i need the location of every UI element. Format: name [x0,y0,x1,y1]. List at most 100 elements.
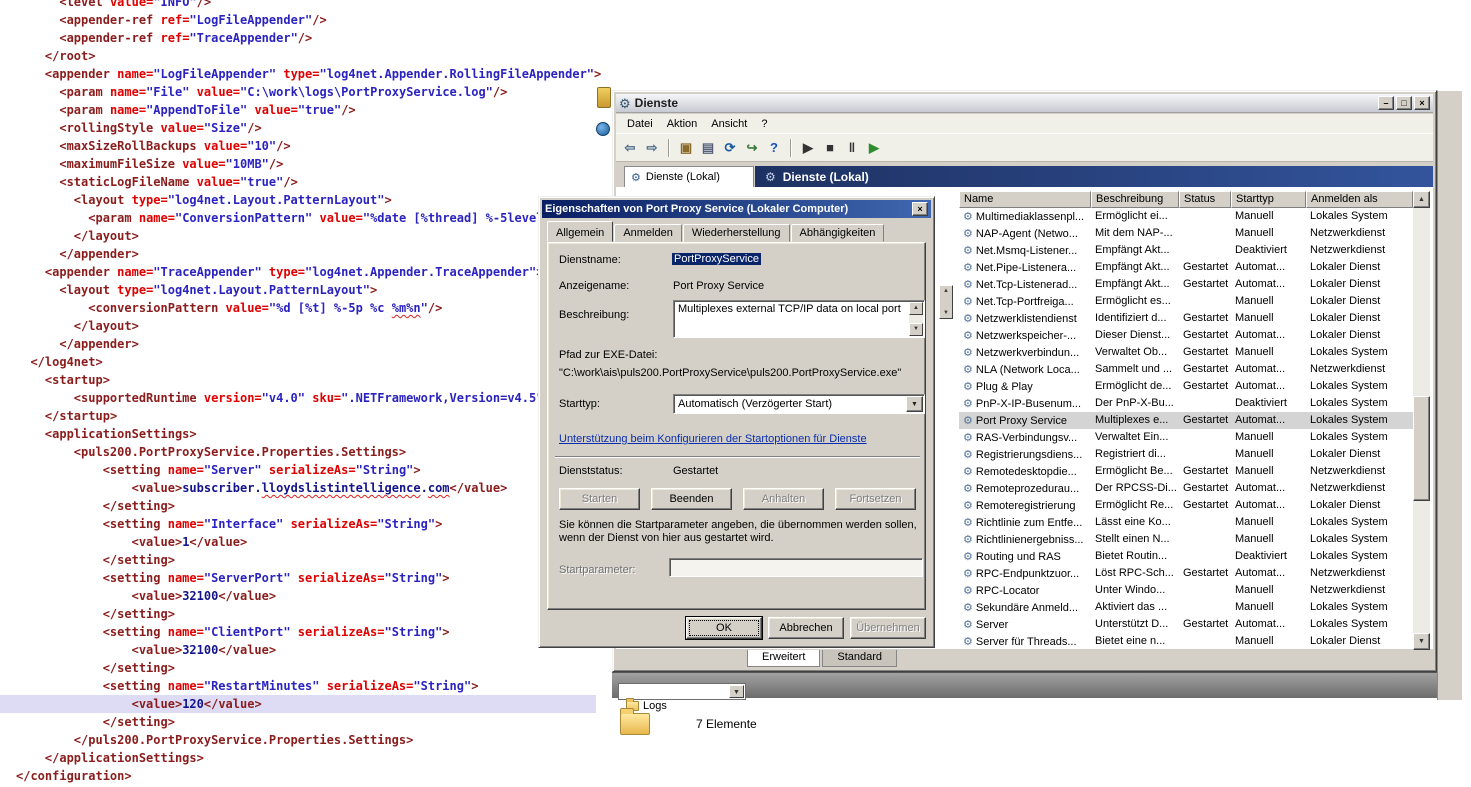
console-node-tab[interactable]: ⚙ Dienste (Lokal) [624,166,754,187]
help-icon[interactable]: ? [764,138,784,158]
service-row[interactable]: ⚙Net.Tcp-Listenerad...Empfängt Akt...Ges… [959,276,1413,293]
pause-button[interactable]: Anhalten [743,488,824,510]
service-status-cell [1179,429,1231,446]
scroll-up-button[interactable]: ▲ [909,302,923,315]
service-gear-icon: ⚙ [963,227,973,240]
service-status-cell [1179,208,1231,225]
service-starttype-cell: Manuell [1231,599,1306,616]
service-row[interactable]: ⚙RAS-Verbindungsv...Verwaltet Ein...Manu… [959,429,1413,446]
background-window-edge [1437,90,1462,700]
service-row[interactable]: ⚙Richtlinienergebniss...Stellt einen N..… [959,531,1413,548]
service-row[interactable]: ⚙Net.Msmq-Listener...Empfängt Akt...Deak… [959,242,1413,259]
close-icon[interactable]: × [912,202,928,216]
pause-service-icon[interactable]: ‖ [842,138,862,158]
description-scrollbar[interactable]: ▲ ▼ [909,302,923,336]
service-row[interactable]: ⚙Plug & PlayErmöglicht de...GestartetAut… [959,378,1413,395]
restart-service-icon[interactable]: ▶ [864,138,884,158]
service-row[interactable]: ⚙ServerUnterstützt D...GestartetAutomat.… [959,616,1413,633]
ok-button[interactable]: OK [686,617,762,639]
service-row[interactable]: ⚙Routing und RASBietet Routin...Deaktivi… [959,548,1413,565]
service-name-cell: ⚙Netzwerkverbindun... [959,344,1091,361]
code-line: <staticLogFileName value="true"/> [16,173,596,191]
startup-options-help-link[interactable]: Unterstützung beim Konfigurieren der Sta… [559,433,867,445]
code-line: </root> [16,47,596,65]
minimize-button[interactable]: – [1378,96,1394,110]
show-tree-icon[interactable]: ▣ [676,138,696,158]
start-params-input[interactable] [669,558,923,577]
maximize-button[interactable]: □ [1396,96,1412,110]
service-row[interactable]: ⚙RPC-LocatorUnter Windo...ManuellNetzwer… [959,582,1413,599]
service-status-cell: Gestartet [1179,344,1231,361]
view-tab-standard[interactable]: Standard [822,650,897,667]
menu-datei[interactable]: Datei [620,116,660,132]
service-name-cell: ⚙Net.Tcp-Portfreiga... [959,293,1091,310]
service-gear-icon: ⚙ [963,431,973,444]
column-header-anmelden-als[interactable]: Anmelden als [1306,191,1413,208]
service-name-value[interactable]: PortProxyService [672,253,761,265]
scrollbar-thumb[interactable] [1413,396,1430,501]
column-header-status[interactable]: Status [1179,191,1231,208]
service-row[interactable]: ⚙Port Proxy ServiceMultiplexes e...Gesta… [959,412,1413,429]
service-row[interactable]: ⚙Netzwerkverbindun...Verwaltet Ob...Gest… [959,344,1413,361]
chevron-down-icon[interactable]: ▼ [906,396,923,412]
resume-button[interactable]: Fortsetzen [835,488,916,510]
tab-abh-ngigkeiten[interactable]: Abhängigkeiten [791,224,885,242]
service-description-cell: Unterstützt D... [1091,616,1179,633]
scroll-down-button[interactable]: ▼ [909,323,923,336]
list-view-icon[interactable]: ▤ [698,138,718,158]
column-header-name[interactable]: Name [959,191,1091,208]
startup-type-dropdown[interactable]: Automatisch (Verzögerter Start) ▼ [673,394,925,414]
service-row[interactable]: ⚙PnP-X-IP-Busenum...Der PnP-X-Bu...Deakt… [959,395,1413,412]
service-row[interactable]: ⚙RemoteregistrierungErmöglicht Re...Gest… [959,497,1413,514]
window-titlebar[interactable]: ⚙ Dienste – □ × [616,94,1433,113]
service-name-cell: ⚙RPC-Endpunktzuor... [959,565,1091,582]
service-row[interactable]: ⚙Registrierungsdiens...Registriert di...… [959,446,1413,463]
service-description-cell: Empfängt Akt... [1091,259,1179,276]
service-row[interactable]: ⚙Sekundäre Anmeld...Aktiviert das ...Man… [959,599,1413,616]
explorer-combobox[interactable]: ▼ [618,683,746,700]
vertical-scrollbar[interactable]: ▲ ▼ [1413,191,1430,650]
description-field[interactable]: Multiplexes external TCP/IP data on loca… [673,300,925,338]
export-list-icon[interactable]: ↪ [742,138,762,158]
start-button[interactable]: Starten [559,488,640,510]
column-header-beschreibung[interactable]: Beschreibung [1091,191,1179,208]
tab-anmelden[interactable]: Anmelden [614,224,682,242]
service-row[interactable]: ⚙RPC-Endpunktzuor...Löst RPC-Sch...Gesta… [959,565,1413,582]
menu-help[interactable]: ? [754,116,774,132]
forward-icon[interactable]: ⇨ [642,138,662,158]
service-row[interactable]: ⚙Remoteprozedurau...Der RPCSS-Di...Gesta… [959,480,1413,497]
stop-button[interactable]: Beenden [651,488,732,510]
service-row[interactable]: ⚙NLA (Network Loca...Sammelt und ...Gest… [959,361,1413,378]
background-icon-fragment [597,87,611,108]
start-service-icon[interactable]: ▶ [798,138,818,158]
service-row[interactable]: ⚙NetzwerklistendienstIdentifiziert d...G… [959,310,1413,327]
tab-wiederherstellung[interactable]: Wiederherstellung [683,224,790,242]
scroll-down-button[interactable]: ▼ [1413,633,1430,650]
close-button[interactable]: × [1414,96,1430,110]
service-row[interactable]: ⚙Multimediaklassenpl...Ermöglicht ei...M… [959,208,1413,225]
service-row[interactable]: ⚙Net.Pipe-Listenera...Empfängt Akt...Ges… [959,259,1413,276]
cancel-button[interactable]: Abbrechen [768,617,844,639]
menu-aktion[interactable]: Aktion [660,116,705,132]
view-tab-erweitert[interactable]: Erweitert [747,650,820,667]
service-description-cell: Multiplexes e... [1091,412,1179,429]
menu-ansicht[interactable]: Ansicht [704,116,754,132]
stop-service-icon[interactable]: ■ [820,138,840,158]
service-row[interactable]: ⚙Richtlinie zum Entfe...Lässt eine Ko...… [959,514,1413,531]
back-icon[interactable]: ⇦ [620,138,640,158]
chevron-down-icon[interactable]: ▼ [729,685,744,698]
refresh-icon[interactable]: ⟳ [720,138,740,158]
service-row[interactable]: ⚙Remotedesktopdie...Ermöglicht Be...Gest… [959,463,1413,480]
hidden-panel-scrollbar-fragment[interactable]: ▲ ▼ [939,285,953,319]
dialog-titlebar[interactable]: Eigenschaften von Port Proxy Service (Lo… [542,200,931,218]
column-header-starttyp[interactable]: Starttyp [1231,191,1306,208]
tab-allgemein[interactable]: Allgemein [547,221,613,242]
service-logon-cell: Netzwerkdienst [1306,480,1413,497]
service-row[interactable]: ⚙Net.Tcp-Portfreiga...Ermöglicht es...Ma… [959,293,1413,310]
service-row[interactable]: ⚙Netzwerkspeicher-...Dieser Dienst...Ges… [959,327,1413,344]
display-name-value[interactable]: Port Proxy Service [673,280,764,292]
scroll-up-button[interactable]: ▲ [1413,191,1430,208]
apply-button[interactable]: Übernehmen [850,617,926,639]
service-row[interactable]: ⚙NAP-Agent (Netwo...Mit dem NAP-...Manue… [959,225,1413,242]
service-row[interactable]: ⚙Server für Threads...Bietet eine n...Ma… [959,633,1413,647]
